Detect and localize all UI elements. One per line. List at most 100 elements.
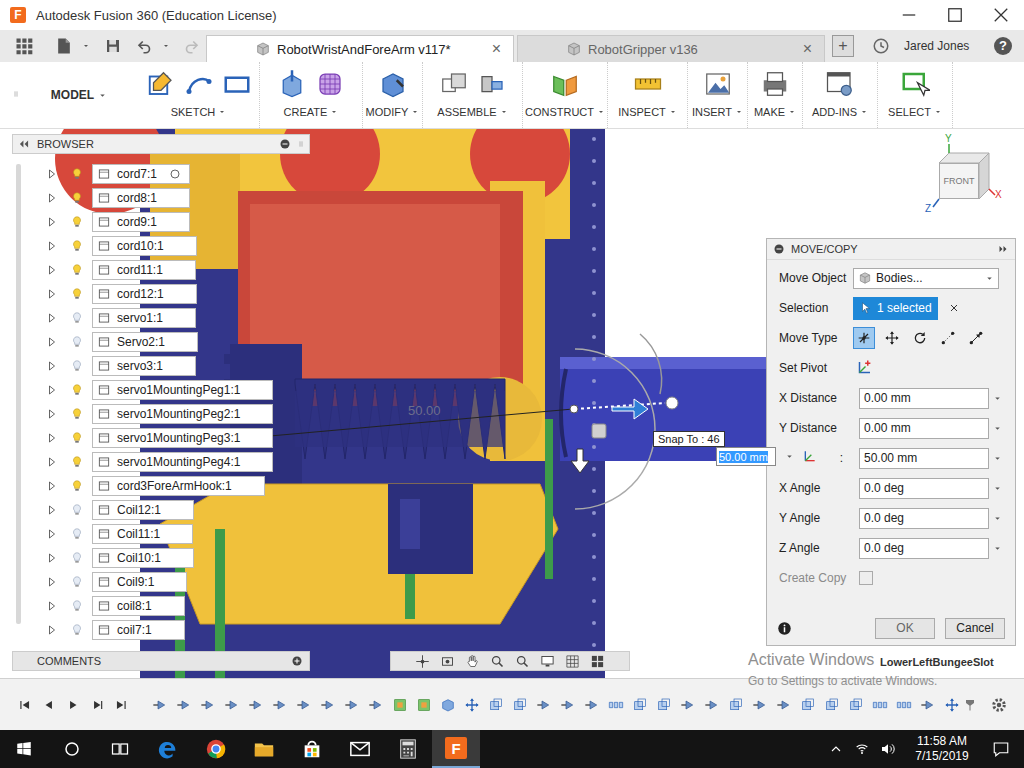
visibility-bulb-icon[interactable] bbox=[70, 381, 84, 399]
visibility-bulb-icon[interactable] bbox=[70, 573, 84, 591]
toolbar-group-label[interactable]: SELECT bbox=[878, 106, 952, 118]
image-icon[interactable] bbox=[703, 69, 733, 99]
value-caret-icon[interactable] bbox=[993, 544, 1002, 553]
taskbar-app[interactable]: F bbox=[432, 730, 480, 768]
workspace-caret-icon[interactable] bbox=[98, 91, 107, 100]
timeline-joint-icon[interactable] bbox=[920, 697, 936, 713]
group-caret-icon[interactable] bbox=[860, 108, 868, 116]
timeline-body-icon[interactable] bbox=[440, 697, 456, 713]
browser-scrollbar[interactable] bbox=[16, 164, 21, 624]
timeline-joint-icon[interactable] bbox=[320, 697, 336, 713]
minimize-icon[interactable] bbox=[886, 0, 932, 30]
playback-first-icon[interactable] bbox=[18, 698, 32, 712]
browser-item[interactable]: Coil9:1 bbox=[12, 570, 310, 594]
component-box[interactable]: cord11:1 bbox=[92, 260, 196, 280]
toolbar-group[interactable]: INSPECT bbox=[608, 62, 688, 128]
component-box[interactable]: cord7:1 bbox=[92, 164, 190, 184]
visibility-bulb-icon[interactable] bbox=[70, 165, 84, 183]
toolbar-group-label[interactable]: ADD-INS bbox=[803, 106, 877, 118]
value-caret-icon[interactable] bbox=[993, 394, 1002, 403]
component-box[interactable]: cord12:1 bbox=[92, 284, 197, 304]
browser-item[interactable]: cord3ForeArmHook:1 bbox=[12, 474, 310, 498]
apps-grid-icon[interactable] bbox=[14, 36, 34, 56]
component-box[interactable]: Servo2:1 bbox=[92, 332, 198, 352]
component-label[interactable]: servo1MountingPeg3:1 bbox=[117, 431, 240, 445]
component-label[interactable]: cord7:1 bbox=[117, 167, 157, 181]
expand-icon[interactable] bbox=[46, 383, 58, 397]
move-object-dropdown[interactable]: Bodies... bbox=[853, 268, 999, 289]
component-box[interactable]: Coil10:1 bbox=[92, 548, 194, 568]
distance-input-value[interactable]: 50.00 mm bbox=[719, 451, 768, 463]
timeline-settings-icon[interactable] bbox=[990, 696, 1008, 714]
selection-button[interactable]: 1 selected bbox=[853, 297, 938, 320]
task-view-button[interactable] bbox=[96, 730, 144, 768]
visibility-bulb-icon[interactable] bbox=[70, 405, 84, 423]
component-label[interactable]: coil7:1 bbox=[117, 623, 152, 637]
timeline-move-icon[interactable] bbox=[464, 697, 480, 713]
browser-header[interactable]: BROWSER bbox=[12, 134, 310, 154]
component-label[interactable]: Coil10:1 bbox=[117, 551, 161, 565]
group-label[interactable]: CREATE bbox=[284, 106, 328, 118]
browser-item[interactable]: servo1MountingPeg1:1 bbox=[12, 378, 310, 402]
browser-item[interactable]: servo1MountingPeg4:1 bbox=[12, 450, 310, 474]
expand-icon[interactable] bbox=[46, 167, 58, 181]
group-label[interactable]: CONSTRUCT bbox=[525, 106, 594, 118]
browser-item[interactable]: coil8:1 bbox=[12, 594, 310, 618]
file-caret-icon[interactable] bbox=[82, 42, 90, 50]
clock[interactable]: 11:58 AM7/15/2019 bbox=[904, 734, 980, 764]
expand-icon[interactable] bbox=[46, 407, 58, 421]
timeline-component-icon[interactable] bbox=[800, 697, 816, 713]
browser-item[interactable]: cord7:1 bbox=[12, 162, 310, 186]
timeline-pattern-icon[interactable] bbox=[872, 697, 888, 713]
job-status-icon[interactable] bbox=[872, 37, 890, 55]
component-label[interactable]: cord9:1 bbox=[117, 215, 157, 229]
expand-icon[interactable] bbox=[46, 359, 58, 373]
value-input[interactable]: 0.0 deg bbox=[859, 538, 989, 559]
visibility-bulb-icon[interactable] bbox=[70, 429, 84, 447]
taskbar-app[interactable] bbox=[144, 730, 192, 768]
browser-item[interactable]: cord11:1 bbox=[12, 258, 310, 282]
document-tab[interactable]: RobotGripper v136× bbox=[517, 35, 825, 62]
tab-close-button[interactable]: × bbox=[799, 40, 816, 58]
timeline-component-icon[interactable] bbox=[488, 697, 504, 713]
toolbar-group[interactable]: ASSEMBLE bbox=[423, 62, 523, 128]
value-input[interactable]: 0.00 mm bbox=[859, 388, 989, 409]
value-input[interactable]: 0.00 mm bbox=[859, 418, 989, 439]
scripts-icon[interactable] bbox=[825, 69, 855, 99]
edge-icon[interactable] bbox=[157, 738, 179, 760]
move-type-option[interactable] bbox=[937, 327, 959, 349]
info-icon[interactable] bbox=[777, 621, 792, 636]
expand-icon[interactable] bbox=[46, 287, 58, 301]
rotate-move-icon[interactable] bbox=[912, 330, 928, 346]
expand-icon[interactable] bbox=[46, 191, 58, 205]
expand-icon[interactable] bbox=[46, 431, 58, 445]
new-tab-button[interactable]: + bbox=[832, 35, 854, 57]
component-box[interactable]: coil8:1 bbox=[92, 596, 185, 616]
visibility-bulb-icon[interactable] bbox=[70, 525, 84, 543]
search-icon[interactable] bbox=[63, 740, 81, 758]
value-caret-icon[interactable] bbox=[993, 454, 1002, 463]
expand-icon[interactable] bbox=[46, 479, 58, 493]
maximize-icon[interactable] bbox=[932, 0, 978, 30]
component-box[interactable]: servo1MountingPeg1:1 bbox=[92, 380, 273, 400]
playback-prev-icon[interactable] bbox=[42, 698, 56, 712]
component-box[interactable]: cord10:1 bbox=[92, 236, 197, 256]
task-view-icon[interactable] bbox=[110, 739, 130, 759]
toolbar-group-label[interactable]: MODIFY bbox=[363, 106, 422, 118]
playback-last-icon[interactable] bbox=[114, 698, 128, 712]
comments-bar[interactable]: COMMENTS bbox=[12, 651, 310, 671]
toolbar-group-label[interactable]: SKETCH bbox=[138, 106, 259, 118]
dialog-header[interactable]: MOVE/COPY bbox=[767, 239, 1015, 260]
expand-icon[interactable] bbox=[46, 503, 58, 517]
expand-icon[interactable] bbox=[46, 263, 58, 277]
add-comment-icon[interactable] bbox=[291, 655, 303, 667]
component-label[interactable]: servo3:1 bbox=[117, 359, 163, 373]
search-button[interactable] bbox=[48, 730, 96, 768]
timeline-component-icon[interactable] bbox=[848, 697, 864, 713]
plane-icon[interactable] bbox=[550, 69, 580, 99]
component-label[interactable]: cord12:1 bbox=[117, 287, 164, 301]
store-icon[interactable] bbox=[301, 738, 323, 760]
activate-radio-icon[interactable] bbox=[169, 168, 181, 180]
toolbar-group[interactable]: CONSTRUCT bbox=[523, 62, 608, 128]
visibility-bulb-icon[interactable] bbox=[70, 501, 84, 519]
